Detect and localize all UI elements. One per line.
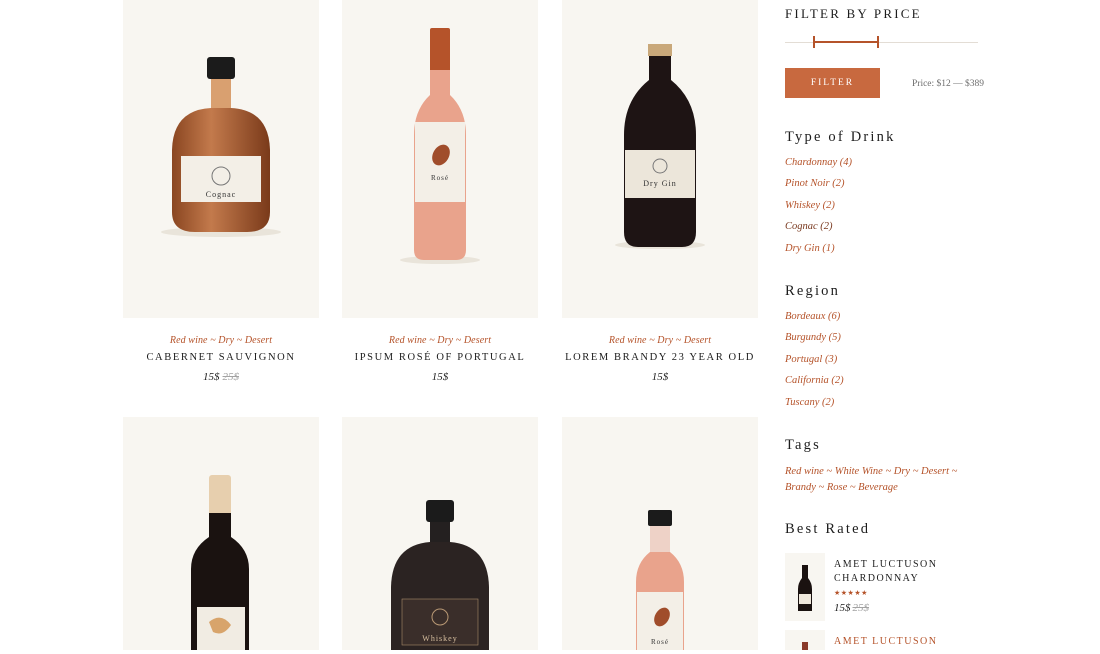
product-price: 15$ [562,371,758,383]
gin-bottle-image: Dry Gin [615,44,705,249]
old-price: 25$ [222,371,240,383]
drink-type-link[interactable]: Cognac (2) [785,221,833,232]
best-rated-heading: Best Rated [785,521,871,537]
region-link[interactable]: Burgundy (5) [785,332,841,343]
bottle-label-text: Rosé [651,638,669,646]
product-card[interactable]: Cognac Red wine ~ Dry ~ Desert Cabernet … [123,0,319,383]
product-card[interactable]: Dry Gin Red wine ~ Dry ~ Desert Lorem Br… [562,0,758,383]
product-price: 15$ [342,371,538,383]
product-name[interactable]: Lorem Brandy 23 Year Old [562,352,758,363]
whiskey-bottle-image: Whiskey [391,500,489,650]
price-range-fill [814,41,878,43]
product-card[interactable]: Whiskey [342,417,538,650]
bottle-label-text: Cognac [206,190,236,199]
best-rated-thumbnail[interactable] [785,630,825,650]
drink-type-link[interactable]: Pinot Noir (2) [785,178,845,189]
current-price: 15$ [431,371,449,383]
best-rated-name[interactable]: Amet Luctuson Chardonnay [834,558,984,586]
bottle-label-text: Whiskey [422,634,457,643]
product-price: 15$ 25$ [123,371,319,383]
current-price: 15$ [203,371,220,383]
tag-cloud[interactable]: Red wine ~ White Wine ~ Dry ~ Desert ~ B… [785,464,975,496]
product-card[interactable]: Rosé [562,417,758,650]
type-of-drink-heading: Type of Drink [785,129,896,145]
filter-button[interactable]: Filter [785,68,880,98]
filter-by-price-heading: Filter by price [785,6,922,21]
product-name[interactable]: Ipsum Rosé of Portugal [342,352,538,363]
current-price: 15$ [834,602,851,614]
drink-type-link[interactable]: Dry Gin (1) [785,243,835,254]
product-categories[interactable]: Red wine ~ Dry ~ Desert [562,335,758,346]
product-categories[interactable]: Red wine ~ Dry ~ Desert [342,335,538,346]
price-range-label: Price: $12 — $389 [912,79,985,89]
product-name[interactable]: Cabernet Sauvignon [123,352,319,363]
rose-bottle-image: Rosé [400,28,480,264]
price-range-min-handle[interactable] [813,36,815,48]
best-rated-thumbnail[interactable] [785,553,825,621]
bottle-label-text: Dry Gin [643,179,676,188]
rose-bottle-image: Rosé [636,510,684,650]
wine-bottle-image [191,475,249,650]
product-categories[interactable]: Red wine ~ Dry ~ Desert [123,335,319,346]
region-link[interactable]: Tuscany (2) [785,397,834,408]
old-price: 25$ [852,602,870,614]
drink-type-link[interactable]: Chardonnay (4) [785,157,852,168]
region-heading: Region [785,283,841,299]
product-card[interactable]: Rosé Red wine ~ Dry ~ Desert Ipsum Rosé … [342,0,538,383]
region-link[interactable]: Bordeaux (6) [785,311,840,322]
best-rated-name[interactable]: Amet Luctuson [834,635,984,649]
product-card[interactable] [123,417,319,650]
best-rated-price: 15$ 25$ [834,602,869,614]
current-price: 15$ [651,371,669,383]
cognac-bottle-image: Cognac [161,57,281,237]
star-rating: ★★★★★ [834,589,868,597]
drink-type-link[interactable]: Whiskey (2) [785,200,835,211]
tags-heading: Tags [785,437,821,453]
bottle-label-text: Rosé [431,174,449,182]
region-link[interactable]: California (2) [785,375,844,386]
region-link[interactable]: Portugal (3) [785,354,837,365]
wine-bottle-icon [798,565,812,611]
wine-bottle-icon [802,642,808,650]
price-range-max-handle[interactable] [877,36,879,48]
